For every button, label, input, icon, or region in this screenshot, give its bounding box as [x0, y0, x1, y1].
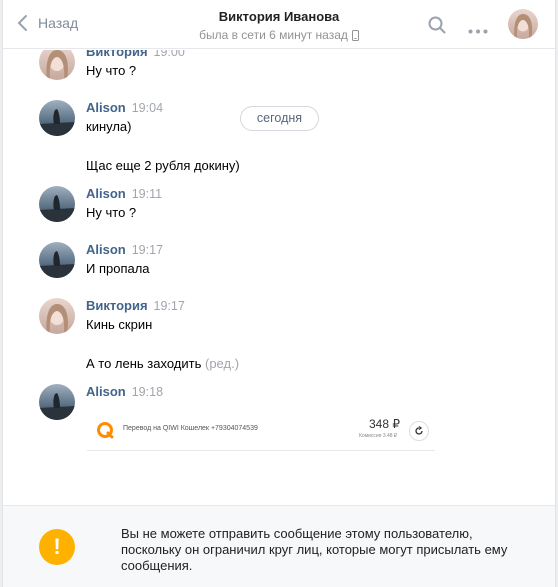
- avatar-sea-image: [39, 186, 75, 222]
- message-body: Alison 19:11 Ну что ?: [86, 186, 162, 220]
- search-icon: [428, 16, 446, 34]
- avatar[interactable]: [39, 100, 75, 136]
- message-time[interactable]: 19:18: [132, 385, 163, 399]
- peer-status-text: была в сети 6 минут назад: [199, 28, 348, 42]
- write-restricted-notice: ! Вы не можете отправить сообщение этому…: [3, 505, 555, 587]
- money-transfer-attachment[interactable]: Перевод на QIWI Кошелек +79304074539 348…: [87, 413, 435, 451]
- avatar-sea-image: [39, 384, 75, 420]
- message-author[interactable]: Alison: [86, 242, 126, 257]
- message-time[interactable]: 19:04: [132, 101, 163, 115]
- avatar-girl-image: [39, 298, 75, 334]
- mobile-phone-icon: [351, 29, 359, 41]
- message-time[interactable]: 19:17: [154, 299, 185, 313]
- message-author[interactable]: Виктория: [86, 298, 148, 313]
- more-horizontal-icon: [468, 29, 488, 34]
- message-text: И пропала: [86, 261, 150, 276]
- notice-text: Вы не можете отправить сообщение этому п…: [121, 526, 508, 573]
- message-text: Ну что ?: [86, 205, 137, 220]
- message-body: Alison 19:04 кинула) Щас еще 2 рубля доки…: [86, 100, 240, 173]
- message-text: кинула): [86, 119, 132, 134]
- avatar[interactable]: [39, 50, 75, 80]
- dialog-window: Назад Виктория Иванова была в сети 6 мин…: [2, 0, 556, 587]
- avatar-sea-image: [39, 242, 75, 278]
- exclamation-icon: !: [39, 529, 75, 565]
- avatar[interactable]: [39, 384, 75, 420]
- avatar[interactable]: [39, 298, 75, 334]
- refresh-icon: [415, 426, 423, 435]
- transfer-open-button[interactable]: [409, 421, 429, 441]
- avatar[interactable]: [39, 242, 75, 278]
- message-history: сегодня Виктория 19:00 Ну что ? Alison 1…: [3, 50, 555, 505]
- message-author[interactable]: Alison: [86, 100, 126, 115]
- message-author[interactable]: Alison: [86, 384, 126, 399]
- message-time[interactable]: 19:17: [132, 243, 163, 257]
- qiwi-logo-icon: [97, 422, 114, 439]
- message-text: Кинь скрин: [86, 317, 153, 332]
- message-text-content: А то лень заходить: [86, 356, 202, 371]
- message-time[interactable]: 19:11: [132, 187, 162, 201]
- avatar[interactable]: [39, 186, 75, 222]
- message-text: Ну что ?: [86, 63, 137, 78]
- peer-status: была в сети 6 минут назад: [199, 28, 359, 42]
- message-author[interactable]: Виктория: [86, 50, 148, 59]
- transfer-description: Перевод на QIWI Кошелек +79304074539: [123, 425, 258, 432]
- message-author[interactable]: Alison: [86, 186, 126, 201]
- message-body: Alison 19:18: [86, 384, 163, 399]
- message-text: А то лень заходить (ред.): [86, 356, 239, 371]
- transfer-fee: Комиссия 3.48 ₽: [359, 433, 398, 439]
- more-button[interactable]: [468, 22, 488, 37]
- message-text: Щас еще 2 рубля докину): [86, 158, 240, 173]
- avatar-girl-image: [39, 50, 75, 80]
- message-body: Виктория 19:00 Ну что ?: [86, 50, 185, 78]
- date-divider: сегодня: [240, 106, 319, 131]
- transfer-amount: 348 ₽: [369, 417, 400, 431]
- message-body: Alison 19:17 И пропала: [86, 242, 163, 276]
- edited-label[interactable]: (ред.): [201, 356, 239, 371]
- peer-avatar[interactable]: [508, 9, 538, 39]
- search-button[interactable]: [428, 16, 446, 37]
- message-time[interactable]: 19:00: [154, 50, 185, 59]
- message-body: Виктория 19:17 Кинь скрин А то лень заход…: [86, 298, 239, 371]
- avatar-sea-image: [39, 100, 75, 136]
- avatar-girl-image: [508, 9, 538, 39]
- dialog-header: Назад Виктория Иванова была в сети 6 мин…: [3, 0, 555, 49]
